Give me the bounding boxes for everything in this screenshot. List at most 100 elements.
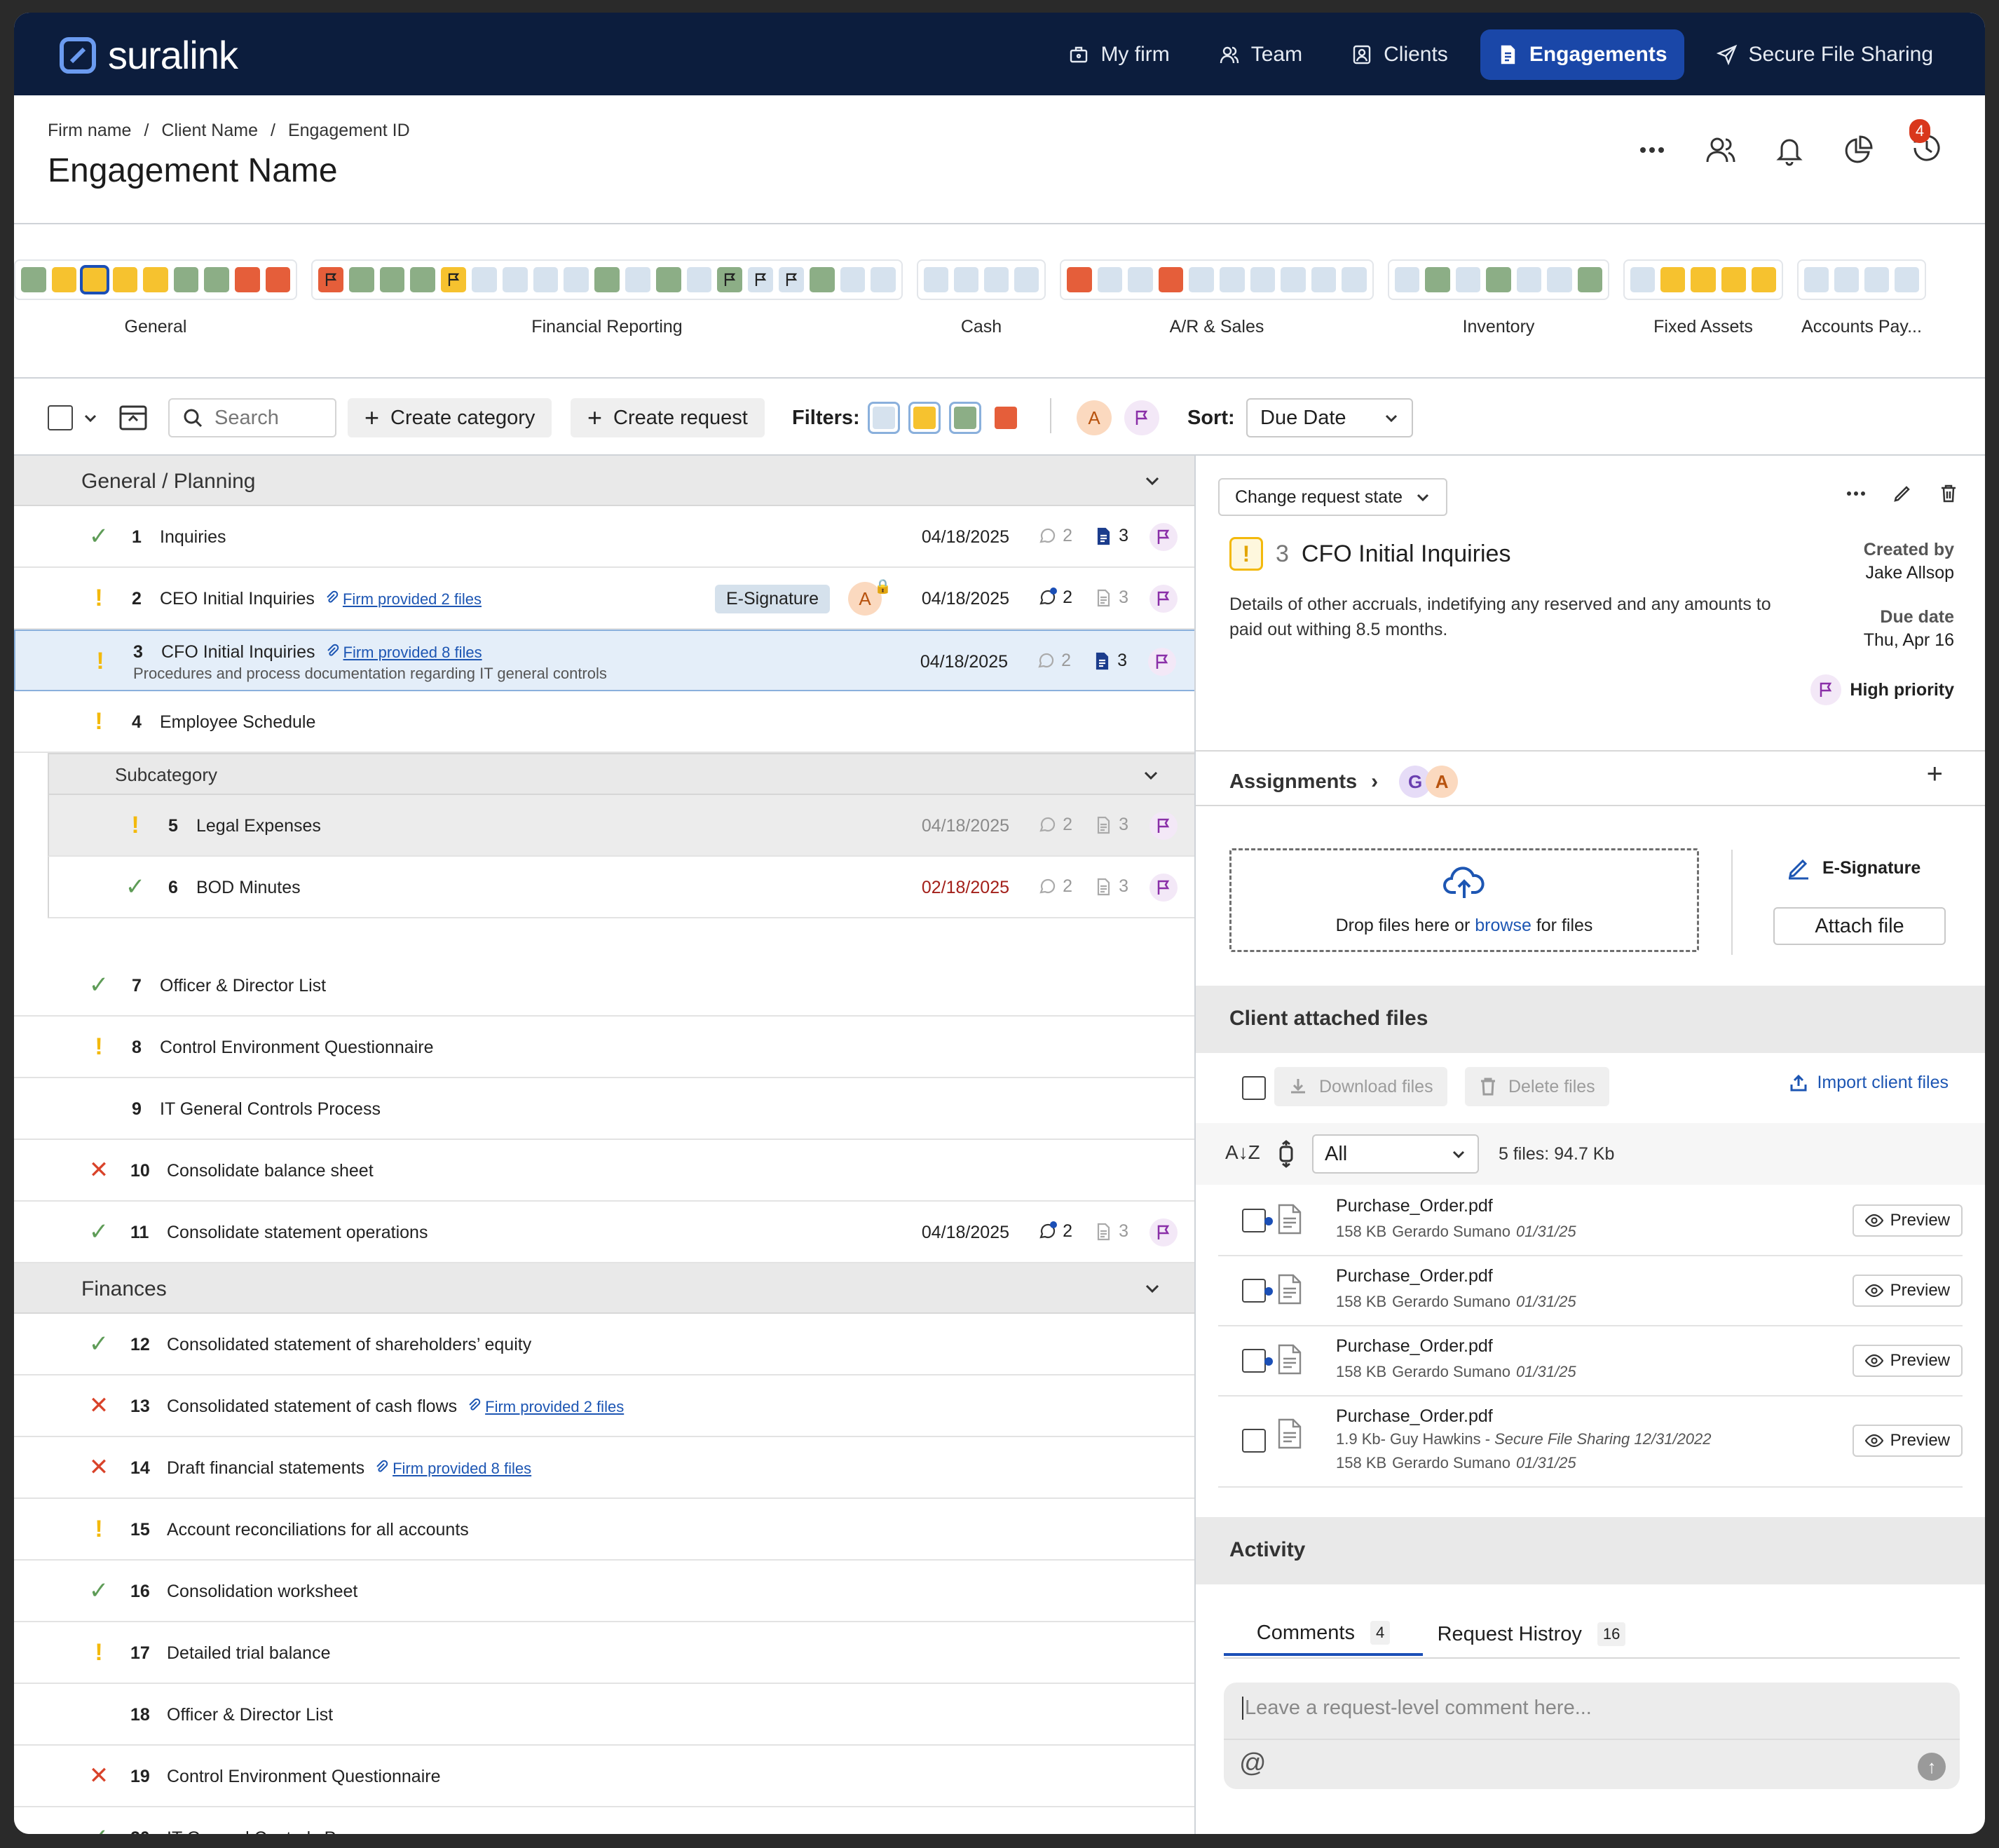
request-status-square[interactable] bbox=[441, 267, 466, 292]
assignments-label[interactable]: Assignments bbox=[1229, 770, 1357, 794]
request-status-square[interactable] bbox=[1547, 267, 1572, 292]
file-filter-select[interactable]: All bbox=[1312, 1134, 1479, 1174]
request-status-square[interactable] bbox=[594, 267, 620, 292]
request-status-square[interactable] bbox=[265, 267, 291, 292]
status-filter-3[interactable] bbox=[990, 402, 1022, 434]
request-row[interactable]: 18 Officer & Director List bbox=[14, 1684, 1194, 1746]
priority-flag[interactable] bbox=[1149, 812, 1178, 840]
request-status-square[interactable] bbox=[984, 267, 1009, 292]
priority-flag[interactable] bbox=[1149, 523, 1178, 551]
documents-count[interactable]: 3 bbox=[1093, 815, 1128, 835]
request-status-square[interactable] bbox=[1691, 267, 1716, 292]
team-icon[interactable] bbox=[1705, 134, 1737, 166]
request-status-square[interactable] bbox=[502, 267, 528, 292]
request-status-square[interactable] bbox=[1751, 267, 1777, 292]
documents-count[interactable]: 3 bbox=[1093, 587, 1128, 608]
request-status-square[interactable] bbox=[1097, 267, 1123, 292]
request-status-square[interactable] bbox=[1395, 267, 1420, 292]
category-group[interactable] bbox=[1388, 259, 1609, 300]
request-row[interactable]: ✓ 11 Consolidate statement operations 04/18… bbox=[14, 1202, 1194, 1263]
category-group[interactable] bbox=[1060, 259, 1374, 300]
request-status-square[interactable] bbox=[1486, 267, 1511, 292]
chevron-down-icon[interactable] bbox=[83, 410, 98, 426]
trash-icon[interactable] bbox=[1937, 482, 1960, 505]
select-all-control[interactable] bbox=[48, 398, 98, 437]
request-status-square[interactable] bbox=[1311, 267, 1337, 292]
request-status-square[interactable] bbox=[112, 267, 138, 292]
request-status-square[interactable] bbox=[1630, 267, 1656, 292]
request-status-square[interactable] bbox=[410, 267, 436, 292]
request-status-square[interactable] bbox=[924, 267, 948, 292]
request-status-square[interactable] bbox=[871, 267, 896, 292]
category-header[interactable]: Finances bbox=[14, 1263, 1194, 1314]
comment-input[interactable]: Leave a request-level comment here... bbox=[1242, 1697, 1592, 1720]
browse-link[interactable]: browse bbox=[1475, 916, 1531, 935]
request-row[interactable]: ! 17 Detailed trial balance bbox=[14, 1622, 1194, 1684]
request-status-square[interactable] bbox=[625, 267, 650, 292]
request-status-square[interactable] bbox=[655, 267, 681, 292]
request-status-square[interactable] bbox=[21, 267, 46, 292]
comments-count[interactable]: 2 bbox=[1037, 876, 1072, 897]
delete-files-button[interactable]: Delete files bbox=[1465, 1067, 1609, 1106]
request-row[interactable]: ✕ 10 Consolidate balance sheet bbox=[14, 1140, 1194, 1202]
request-status-square[interactable] bbox=[1804, 267, 1829, 292]
request-status-square[interactable] bbox=[533, 267, 559, 292]
request-status-square[interactable] bbox=[173, 267, 199, 292]
request-status-square[interactable] bbox=[51, 267, 77, 292]
request-row[interactable]: ✓ 16 Consolidation worksheet bbox=[14, 1561, 1194, 1622]
sort-order-icon[interactable] bbox=[1276, 1140, 1297, 1168]
request-row[interactable]: ! 8 Control Environment Questionnaire bbox=[14, 1017, 1194, 1078]
firm-files-link[interactable]: Firm provided 2 files bbox=[467, 1398, 624, 1415]
request-status-square[interactable] bbox=[717, 267, 743, 292]
sort-az-icon[interactable]: A↓Z bbox=[1225, 1141, 1260, 1164]
request-status-square[interactable] bbox=[143, 267, 168, 292]
file-name[interactable]: Purchase_Order.pdf bbox=[1336, 1406, 1493, 1427]
request-status-square[interactable] bbox=[748, 267, 773, 292]
request-status-square[interactable] bbox=[1219, 267, 1245, 292]
file-row[interactable]: Purchase_Order.pdf 158 KB Gerardo Sumano 01… bbox=[1218, 1186, 1963, 1256]
assignee-avatar[interactable]: A bbox=[1426, 766, 1459, 798]
create-category-button[interactable]: + Create category bbox=[348, 398, 552, 437]
priority-flag[interactable] bbox=[1148, 648, 1176, 676]
request-status-square[interactable] bbox=[778, 267, 804, 292]
status-filter-1[interactable] bbox=[908, 402, 941, 434]
request-status-square[interactable] bbox=[1577, 267, 1602, 292]
request-row[interactable]: ✓ 7 Officer & Director List bbox=[14, 955, 1194, 1017]
category-group[interactable] bbox=[1623, 259, 1783, 300]
preview-button[interactable]: Preview bbox=[1852, 1275, 1963, 1307]
select-all-files-checkbox[interactable] bbox=[1242, 1076, 1266, 1100]
tab-request-history[interactable]: Request Histroy 16 bbox=[1423, 1612, 1640, 1656]
request-status-square[interactable] bbox=[348, 267, 374, 292]
logo[interactable]: suralink bbox=[57, 32, 238, 78]
request-row[interactable]: ! 3 CFO Initial Inquiries Firm provided 8 f… bbox=[14, 630, 1194, 691]
request-status-square[interactable] bbox=[80, 265, 109, 294]
request-status-square[interactable] bbox=[1281, 267, 1306, 292]
request-status-square[interactable] bbox=[1189, 267, 1214, 292]
category-group[interactable] bbox=[1797, 259, 1926, 300]
file-checkbox[interactable] bbox=[1242, 1429, 1266, 1453]
comments-count[interactable]: 2 bbox=[1037, 526, 1072, 546]
request-status-square[interactable] bbox=[1158, 267, 1184, 292]
request-row[interactable]: ✓ 6 BOD Minutes 02/18/2025 2 3 bbox=[48, 857, 1194, 918]
request-status-square[interactable] bbox=[204, 267, 229, 292]
request-row[interactable]: 9 IT General Controls Process bbox=[14, 1078, 1194, 1140]
comments-count[interactable]: 2 bbox=[1037, 587, 1072, 608]
request-status-square[interactable] bbox=[840, 267, 866, 292]
mention-icon[interactable]: @ bbox=[1239, 1748, 1267, 1779]
file-row[interactable]: Purchase_Order.pdf 158 KB Gerardo Sumano 01… bbox=[1218, 1256, 1963, 1326]
request-status-square[interactable] bbox=[1425, 267, 1450, 292]
nav-team[interactable]: Team bbox=[1202, 29, 1319, 80]
documents-count[interactable]: 3 bbox=[1093, 876, 1128, 897]
category-group[interactable] bbox=[917, 259, 1046, 300]
bell-icon[interactable] bbox=[1773, 134, 1806, 166]
nav-my-firm[interactable]: My firm bbox=[1051, 29, 1186, 80]
request-row[interactable]: ✕ 19 Control Environment Questionnaire bbox=[14, 1746, 1194, 1807]
status-filter-2[interactable] bbox=[949, 402, 981, 434]
file-row[interactable]: Purchase_Order.pdf 1.9 Kb- Guy Hawkins -S… bbox=[1218, 1397, 1963, 1488]
request-row[interactable]: ! 2 CEO Initial Inquiries Firm provided 2 f… bbox=[14, 568, 1194, 630]
nav-secure-file-sharing[interactable]: Secure File Sharing bbox=[1700, 29, 1950, 80]
nav-engagements[interactable]: Engagements bbox=[1480, 29, 1684, 80]
request-status-square[interactable] bbox=[471, 267, 497, 292]
nav-clients[interactable]: Clients bbox=[1335, 29, 1465, 80]
file-name[interactable]: Purchase_Order.pdf bbox=[1336, 1266, 1493, 1286]
